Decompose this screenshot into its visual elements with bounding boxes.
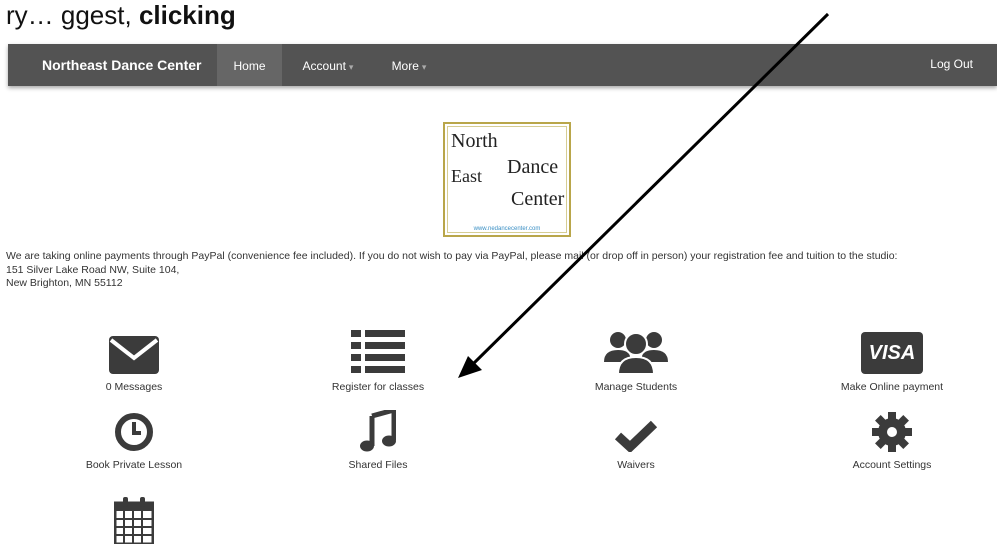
private-lesson-label: Book Private Lesson bbox=[85, 459, 183, 471]
address-line-2: New Brighton, MN 55112 bbox=[6, 277, 123, 289]
gear-icon bbox=[872, 412, 912, 452]
calendar-tile[interactable] bbox=[54, 497, 214, 551]
list-icon bbox=[351, 330, 405, 373]
nav-account-label: Account bbox=[302, 59, 346, 73]
shared-files-label: Shared Files bbox=[348, 459, 408, 471]
brand-link[interactable]: Northeast Dance Center bbox=[42, 44, 202, 86]
payment-notice-text: We are taking online payments through Pa… bbox=[6, 250, 898, 262]
account-settings-label: Account Settings bbox=[852, 459, 932, 471]
waivers-tile[interactable]: Waivers bbox=[556, 412, 716, 471]
users-icon bbox=[604, 332, 668, 374]
annotation-arrow-head bbox=[458, 356, 482, 378]
logo-word-center: Center bbox=[511, 188, 565, 210]
shared-files-tile[interactable]: Shared Files bbox=[298, 410, 458, 471]
logo-text-north: North bbox=[451, 130, 498, 152]
caret-down-icon: ▾ bbox=[421, 62, 427, 72]
messages-label: 0 Messages bbox=[105, 381, 163, 393]
register-classes-label: Register for classes bbox=[331, 381, 425, 393]
nav-more-label: More bbox=[391, 59, 419, 73]
waivers-label: Waivers bbox=[617, 459, 655, 471]
envelope-icon bbox=[109, 336, 159, 374]
private-lesson-tile[interactable]: Book Private Lesson bbox=[54, 412, 214, 471]
music-note-icon bbox=[360, 410, 396, 452]
manage-students-label: Manage Students bbox=[594, 381, 678, 393]
caret-down-icon: ▾ bbox=[348, 62, 354, 72]
manage-students-tile[interactable]: Manage Students bbox=[556, 326, 716, 393]
top-navbar: Northeast Dance Center Home Account ▾ Mor… bbox=[8, 44, 997, 86]
account-settings-tile[interactable]: Account Settings bbox=[812, 412, 972, 471]
visa-icon: VISA bbox=[861, 332, 923, 374]
nav-more-dropdown[interactable]: More ▾ bbox=[374, 44, 444, 86]
logo-url: www.nedancecenter.com bbox=[473, 226, 541, 232]
logo-word-north: North bbox=[451, 130, 498, 153]
online-payment-tile[interactable]: VISA Make Online payment bbox=[812, 326, 972, 393]
messages-tile[interactable]: 0 Messages bbox=[54, 326, 214, 393]
register-classes-tile[interactable]: Register for classes bbox=[298, 326, 458, 393]
studio-logo: North East Dance Center www.nedancecente… bbox=[443, 122, 571, 237]
calendar-icon bbox=[114, 497, 154, 544]
nav-home-label: Home bbox=[233, 59, 266, 73]
online-payment-label: Make Online payment bbox=[840, 381, 944, 393]
checkmark-icon bbox=[615, 420, 657, 452]
instruction-bold: clicking bbox=[138, 0, 236, 30]
logo-word-dance: Dance bbox=[507, 156, 559, 178]
logo-word-east: East bbox=[451, 166, 482, 186]
nav-account-dropdown[interactable]: Account ▾ bbox=[288, 44, 368, 86]
payment-notice: We are taking online payments through Pa… bbox=[6, 250, 991, 291]
logout-link[interactable]: Log Out bbox=[930, 44, 973, 86]
clock-icon bbox=[115, 413, 153, 451]
instruction-prefix: ry… ggest, bbox=[6, 0, 139, 30]
instruction-text: ry… ggest, clicking bbox=[6, 0, 236, 31]
address-line-1: 151 Silver Lake Road NW, Suite 104, bbox=[6, 263, 180, 276]
nav-home[interactable]: Home bbox=[217, 44, 282, 86]
